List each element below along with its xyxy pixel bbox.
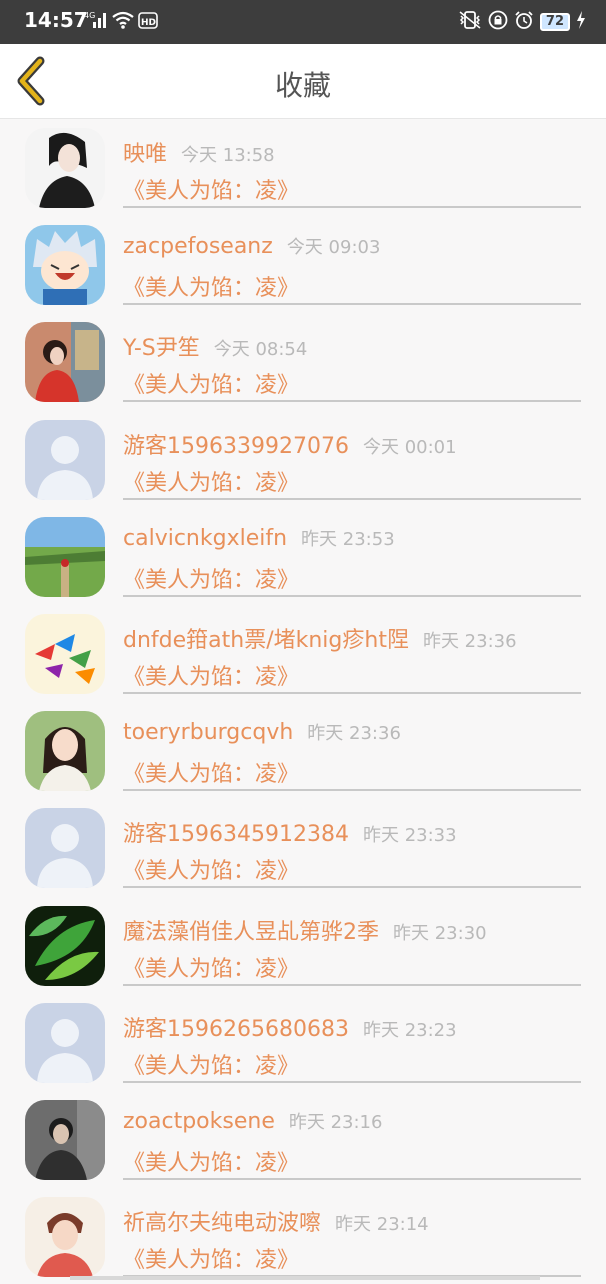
- timestamp: 昨天 23:33: [363, 825, 457, 846]
- list-item[interactable]: 魔法藻俏佳人昱乩第骅2季昨天 23:30 《美人为馅：凌》: [0, 896, 606, 993]
- story-title[interactable]: 《美人为馅：凌》: [123, 270, 299, 302]
- divider: [123, 1178, 581, 1180]
- list-item[interactable]: 游客1596265680683 昨天 23:23 《美人为馅：凌》: [0, 993, 606, 1090]
- story-title[interactable]: 《美人为馅：凌》: [123, 756, 299, 788]
- divider: [123, 984, 581, 986]
- timestamp: 昨天 23:14: [335, 1214, 429, 1235]
- divider: [123, 789, 581, 791]
- page-title: 收藏: [0, 64, 606, 104]
- lock-rotation-icon: [488, 10, 508, 34]
- user-name-text[interactable]: calvicnkgxleifn: [123, 526, 287, 551]
- timestamp: 今天 09:03: [287, 237, 381, 258]
- signal-icon: 4G: [84, 10, 108, 34]
- status-time: 14:57: [24, 8, 88, 32]
- timestamp: 昨天 23:36: [307, 723, 401, 744]
- avatar[interactable]: [25, 808, 105, 888]
- user-name[interactable]: zoactpoksene 昨天 23:16: [123, 1108, 382, 1134]
- charging-icon: [576, 10, 586, 34]
- svg-text:HD: HD: [141, 18, 156, 28]
- avatar[interactable]: [25, 1003, 105, 1083]
- story-title[interactable]: 《美人为馅：凌》: [123, 1048, 299, 1080]
- user-name-text[interactable]: dnfde箝ath票/堵knig疹ht陧: [123, 628, 409, 653]
- divider: [123, 498, 581, 500]
- divider: [123, 303, 581, 305]
- story-title[interactable]: 《美人为馅：凌》: [123, 465, 299, 497]
- user-name[interactable]: 映唯今天 13:58: [123, 136, 275, 168]
- story-title[interactable]: 《美人为馅：凌》: [123, 367, 299, 399]
- hd-icon: HD: [138, 10, 158, 34]
- list-item[interactable]: 祈高尔夫纯电动波嚓昨天 23:14 《美人为馅：凌》: [0, 1187, 606, 1284]
- timestamp: 昨天 23:30: [393, 923, 487, 944]
- user-name[interactable]: toeryrburgcqvh 昨天 23:36: [123, 719, 401, 745]
- list-item[interactable]: dnfde箝ath票/堵knig疹ht陧昨天 23:36 《美人为馅：凌》: [0, 604, 606, 701]
- story-title[interactable]: 《美人为馅：凌》: [123, 951, 299, 983]
- avatar[interactable]: [25, 322, 105, 402]
- avatar[interactable]: [25, 1100, 105, 1180]
- divider: [123, 886, 581, 888]
- user-name[interactable]: zacpefoseanz 今天 09:03: [123, 233, 380, 259]
- story-title[interactable]: 《美人为馅：凌》: [123, 562, 299, 594]
- nav-bar: 收藏: [0, 44, 606, 119]
- story-title[interactable]: 《美人为馅：凌》: [123, 659, 299, 691]
- story-title[interactable]: 《美人为馅：凌》: [123, 173, 299, 205]
- avatar[interactable]: [25, 614, 105, 694]
- avatar[interactable]: [25, 128, 105, 208]
- list-item[interactable]: zacpefoseanz 今天 09:03 《美人为馅：凌》: [0, 215, 606, 312]
- divider: [123, 595, 581, 597]
- status-bar: 14:57 4G HD: [0, 0, 606, 44]
- timestamp: 昨天 23:16: [289, 1112, 383, 1133]
- avatar[interactable]: [25, 420, 105, 500]
- timestamp: 昨天 23:36: [423, 631, 517, 652]
- list-item[interactable]: toeryrburgcqvh 昨天 23:36 《美人为馅：凌》: [0, 701, 606, 798]
- timestamp: 昨天 23:23: [363, 1020, 457, 1041]
- svg-text:4G: 4G: [84, 11, 95, 20]
- list-item[interactable]: 游客1596345912384 昨天 23:33 《美人为馅：凌》: [0, 798, 606, 895]
- user-name-text[interactable]: zacpefoseanz: [123, 234, 273, 259]
- user-name-text[interactable]: 魔法藻俏佳人昱乩第骅2季: [123, 920, 379, 945]
- list-item[interactable]: zoactpoksene 昨天 23:16 《美人为馅：凌》: [0, 1090, 606, 1187]
- user-name[interactable]: 游客1596345912384 昨天 23:33: [123, 816, 457, 848]
- timestamp: 昨天 23:53: [301, 529, 395, 550]
- divider: [123, 400, 581, 402]
- user-name-text[interactable]: 游客1596265680683: [123, 1017, 349, 1042]
- story-title[interactable]: 《美人为馅：凌》: [123, 1242, 299, 1274]
- user-name-text[interactable]: zoactpoksene: [123, 1109, 275, 1134]
- user-name-text[interactable]: 游客1596339927076: [123, 434, 349, 459]
- user-name-text[interactable]: 祈高尔夫纯电动波嚓: [123, 1211, 321, 1236]
- list-item[interactable]: Y-S尹笙今天 08:54 《美人为馅：凌》: [0, 312, 606, 409]
- list-item[interactable]: 游客1596339927076 今天 00:01 《美人为馅：凌》: [0, 410, 606, 507]
- timestamp: 今天 13:58: [181, 145, 275, 166]
- user-name-text[interactable]: 游客1596345912384: [123, 822, 349, 847]
- wifi-icon: [112, 10, 134, 34]
- favorites-list: 映唯今天 13:58 《美人为馅：凌》 zacpefoseanz 今天 09:03 《美…: [0, 118, 606, 1284]
- divider: [123, 692, 581, 694]
- list-item[interactable]: calvicnkgxleifn 昨天 23:53《美人为馅：凌》: [0, 507, 606, 604]
- battery-indicator: 72: [540, 13, 570, 31]
- user-name[interactable]: dnfde箝ath票/堵knig疹ht陧昨天 23:36: [123, 622, 517, 654]
- user-name[interactable]: 祈高尔夫纯电动波嚓昨天 23:14: [123, 1205, 429, 1237]
- alarm-icon: [514, 10, 534, 34]
- divider: [123, 206, 581, 208]
- timestamp: 今天 00:01: [363, 437, 457, 458]
- avatar[interactable]: [25, 1197, 105, 1277]
- scroll-indicator: [70, 1276, 540, 1280]
- avatar[interactable]: [25, 711, 105, 791]
- user-name[interactable]: Y-S尹笙今天 08:54: [123, 330, 307, 362]
- vibrate-icon: [458, 10, 482, 34]
- user-name-text[interactable]: 映唯: [123, 142, 167, 167]
- story-title[interactable]: 《美人为馅：凌》: [123, 1145, 299, 1177]
- story-title[interactable]: 《美人为馅：凌》: [123, 853, 299, 885]
- user-name[interactable]: 游客1596339927076 今天 00:01: [123, 428, 457, 460]
- avatar[interactable]: [25, 225, 105, 305]
- divider: [123, 1081, 581, 1083]
- list-item[interactable]: 映唯今天 13:58 《美人为馅：凌》: [0, 118, 606, 215]
- avatar[interactable]: [25, 906, 105, 986]
- avatar[interactable]: [25, 517, 105, 597]
- user-name[interactable]: 魔法藻俏佳人昱乩第骅2季昨天 23:30: [123, 914, 487, 946]
- user-name[interactable]: 游客1596265680683 昨天 23:23: [123, 1011, 457, 1043]
- user-name-text[interactable]: toeryrburgcqvh: [123, 720, 293, 745]
- timestamp: 今天 08:54: [214, 339, 308, 360]
- user-name[interactable]: calvicnkgxleifn 昨天 23:53: [123, 525, 395, 551]
- user-name-text[interactable]: Y-S尹笙: [123, 336, 200, 361]
